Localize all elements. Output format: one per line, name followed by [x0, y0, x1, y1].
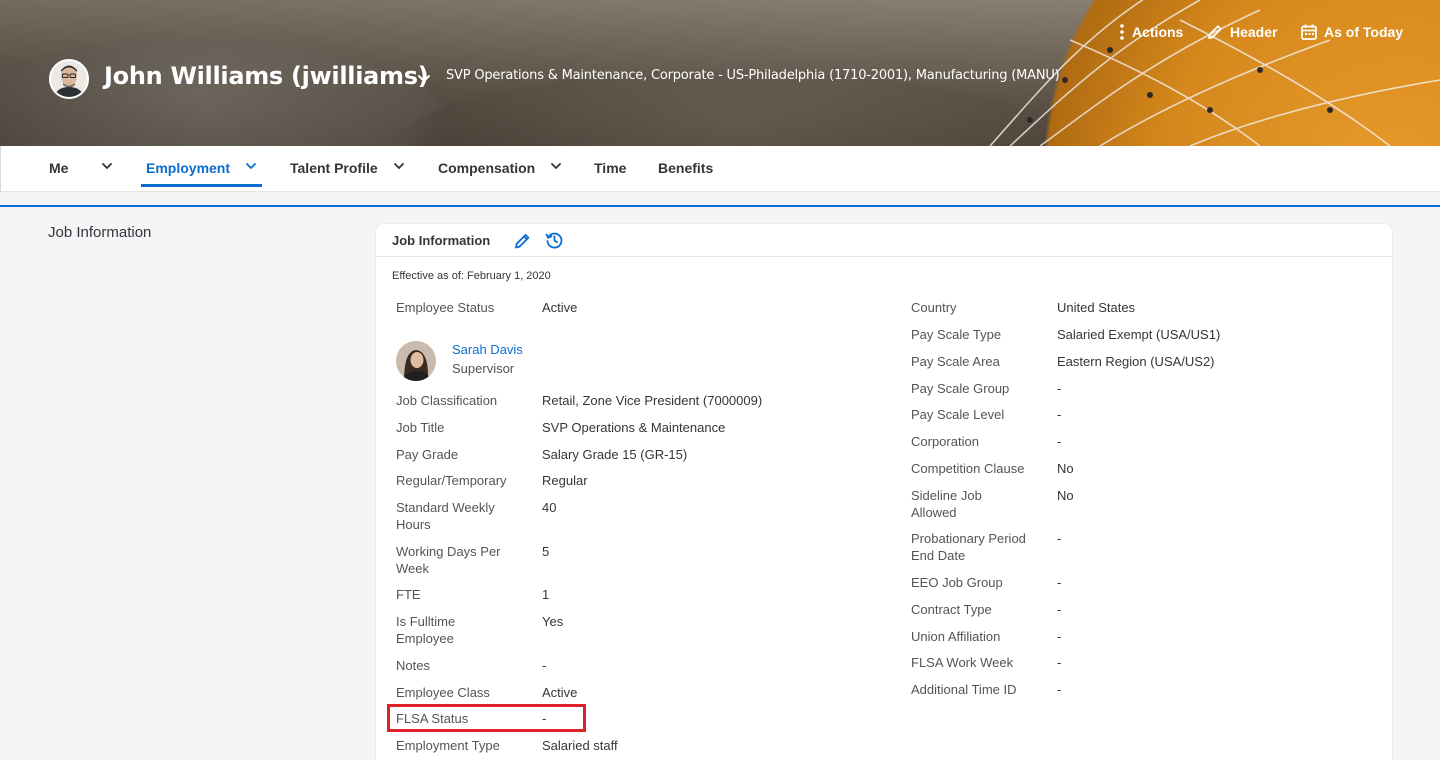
field-value-notes: - [542, 658, 547, 673]
field-label-contract-type: Contract Type [911, 602, 992, 617]
field-value-regular-temporary: Regular [542, 473, 588, 488]
field-value-employee-status: Active [542, 300, 578, 315]
supervisor-avatar[interactable] [396, 341, 436, 381]
field-value-flsa-status: - [542, 711, 547, 726]
header-label: Header [1230, 24, 1278, 40]
field-label-pay-scale-type: Pay Scale Type [911, 327, 1002, 342]
field-value-probationary-period-end-date: - [1057, 531, 1062, 546]
field-label-employment-type: Employment Type [396, 738, 500, 753]
field-value-standard-weekly-hours: 40 [542, 500, 557, 515]
chevron-down-icon[interactable] [245, 160, 257, 172]
field-value-union-affiliation: - [1057, 629, 1062, 644]
field-label-is-fulltime-employee: Is Fulltime Employee [396, 614, 456, 646]
tab-time[interactable]: Time [594, 160, 626, 176]
field-label-pay-scale-group: Pay Scale Group [911, 381, 1010, 396]
field-value-job-title: SVP Operations & Maintenance [542, 420, 726, 435]
field-label-sideline-job-allowed: Sideline Job Allowed [911, 488, 982, 520]
chevron-down-icon[interactable] [393, 160, 405, 172]
tab-talent-profile[interactable]: Talent Profile [290, 160, 378, 176]
chevron-down-icon[interactable] [416, 70, 432, 86]
field-label-flsa-status: FLSA Status [396, 711, 469, 726]
field-value-is-fulltime-employee: Yes [542, 614, 564, 629]
field-label-job-classification: Job Classification [396, 393, 498, 408]
header-button[interactable]: Header [1206, 23, 1277, 41]
field-label-standard-weekly-hours: Standard Weekly Hours [396, 500, 495, 532]
history-icon[interactable] [544, 230, 564, 250]
employee-name: John Williams (jwilliams) [104, 62, 429, 90]
calendar-icon [1301, 24, 1317, 40]
employee-subtitle: SVP Operations & Maintenance, Corporate … [446, 68, 1060, 83]
field-value-fte: 1 [542, 587, 550, 602]
tab-employment[interactable]: Employment [146, 160, 230, 176]
field-value-employment-type: Salaried staff [542, 738, 618, 753]
supervisor-link[interactable]: Sarah Davis [452, 342, 523, 357]
supervisor-role: Supervisor [452, 361, 515, 376]
field-value-employee-class: Active [542, 685, 578, 700]
field-value-pay-grade: Salary Grade 15 (GR-15) [542, 447, 688, 462]
field-label-pay-scale-level: Pay Scale Level [911, 407, 1005, 422]
pencil-icon [1208, 25, 1222, 39]
tab-me[interactable]: Me [49, 160, 68, 176]
field-value-job-classification: Retail, Zone Vice President (7000009) [542, 393, 763, 408]
avatar[interactable] [49, 59, 89, 99]
field-label-pay-scale-area: Pay Scale Area [911, 354, 1000, 369]
field-value-corporation: - [1057, 434, 1062, 449]
more-vertical-icon [1120, 24, 1124, 40]
field-value-pay-scale-group: - [1057, 381, 1062, 396]
tab-benefits[interactable]: Benefits [658, 160, 713, 176]
field-label-regular-temporary: Regular/Temporary [396, 473, 507, 488]
field-label-employee-class: Employee Class [396, 685, 490, 700]
field-label-competition-clause: Competition Clause [911, 461, 1025, 476]
field-label-probationary-period-end-date: Probationary Period End Date [911, 531, 1026, 563]
section-divider [0, 205, 1440, 207]
field-value-contract-type: - [1057, 602, 1062, 617]
field-label-job-title: Job Title [396, 420, 445, 435]
effective-date: Effective as of: February 1, 2020 [392, 270, 551, 282]
field-value-additional-time-id: - [1057, 682, 1062, 697]
sidebar-item-job-information[interactable]: Job Information [48, 224, 151, 241]
card-title: Job Information [392, 233, 491, 248]
active-tab-indicator [141, 184, 262, 187]
field-label-pay-grade: Pay Grade [396, 447, 459, 462]
field-value-competition-clause: No [1057, 461, 1074, 476]
field-value-country: United States [1057, 300, 1136, 315]
actions-button[interactable]: Actions [1118, 23, 1183, 41]
field-label-notes: Notes [396, 658, 430, 673]
as-of-today-label: As of Today [1324, 24, 1404, 40]
field-value-working-days-per-week: 5 [542, 544, 550, 559]
field-label-eeo-job-group: EEO Job Group [911, 575, 1003, 590]
tab-compensation[interactable]: Compensation [438, 160, 535, 176]
field-label-flsa-work-week: FLSA Work Week [911, 655, 1014, 670]
field-value-pay-scale-area: Eastern Region (USA/US2) [1057, 354, 1215, 369]
field-label-fte: FTE [396, 587, 421, 602]
field-label-working-days-per-week: Working Days Per Week [396, 544, 501, 576]
edit-icon[interactable] [512, 231, 532, 251]
field-value-pay-scale-type: Salaried Exempt (USA/US1) [1057, 327, 1221, 342]
field-label-country: Country [911, 300, 957, 315]
job-information-card: Job Information Effective as of: Februar… [376, 224, 1392, 760]
chevron-down-icon[interactable] [550, 160, 562, 172]
as-of-today-button[interactable]: As of Today [1300, 23, 1403, 41]
field-label-union-affiliation: Union Affiliation [911, 629, 1001, 644]
field-value-eeo-job-group: - [1057, 575, 1062, 590]
card-divider [376, 256, 1392, 257]
field-label-additional-time-id: Additional Time ID [911, 682, 1017, 697]
field-value-sideline-job-allowed: No [1057, 488, 1074, 503]
field-value-pay-scale-level: - [1057, 407, 1062, 422]
field-label-employee-status: Employee Status [396, 300, 495, 315]
field-value-flsa-work-week: - [1057, 655, 1062, 670]
actions-label: Actions [1132, 24, 1184, 40]
chevron-down-icon[interactable] [101, 160, 113, 172]
field-label-corporation: Corporation [911, 434, 979, 449]
